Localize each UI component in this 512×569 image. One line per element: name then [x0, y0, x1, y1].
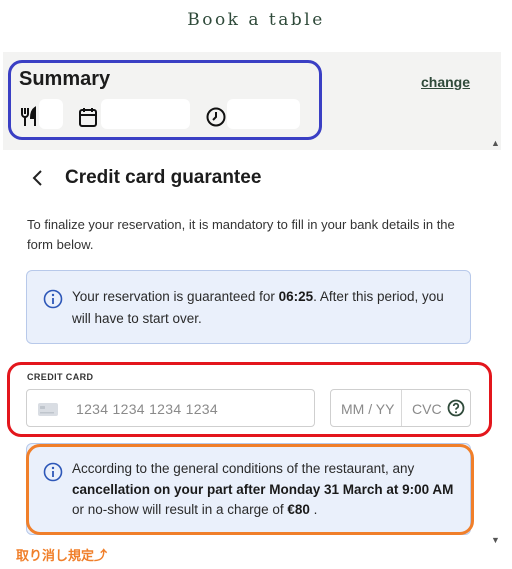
change-link[interactable]: change	[421, 74, 470, 90]
timer-notice-text: Your reservation is guaranteed for 06:25…	[72, 289, 444, 326]
intro-text: To finalize your reservation, it is mand…	[27, 217, 455, 252]
timer-value: 06:25	[278, 289, 314, 304]
page-title: Book a table	[187, 10, 325, 30]
section-title: Credit card guarantee	[65, 167, 262, 188]
chevron-left-icon[interactable]	[28, 166, 48, 190]
scroll-up-arrow[interactable]: ▲	[491, 138, 500, 148]
booking-panel: Summary change Credit card guarantee To …	[3, 52, 501, 552]
timer-notice: Your reservation is guaranteed for 06:25…	[26, 270, 471, 344]
guests-value	[39, 99, 63, 129]
cvc-placeholder: CVC	[412, 401, 442, 417]
calendar-icon	[79, 108, 97, 127]
info-icon	[43, 462, 63, 482]
cancellation-notice: According to the general conditions of t…	[26, 443, 471, 535]
expiry-cvc-group: MM / YY CVC	[330, 389, 471, 427]
cancellation-text: According to the general conditions of t…	[72, 461, 454, 517]
summary-title: Summary	[19, 68, 111, 90]
time-value	[227, 99, 300, 129]
clock-icon	[206, 107, 226, 127]
section-header: Credit card guarantee	[28, 166, 261, 190]
summary-bar: Summary change	[3, 52, 501, 150]
info-icon	[43, 289, 63, 309]
date-value	[101, 99, 190, 129]
card-number-placeholder: 1234 1234 1234 1234	[76, 401, 218, 417]
fork-knife-icon	[21, 106, 36, 126]
scrollbar[interactable]	[487, 150, 501, 552]
credit-card-label: CREDIT CARD	[27, 372, 94, 382]
card-number-input[interactable]: 1234 1234 1234 1234	[26, 389, 315, 427]
charge-amount: €80	[287, 502, 310, 517]
scroll-down-arrow[interactable]: ▼	[491, 535, 500, 545]
cvc-input[interactable]: CVC	[402, 390, 470, 426]
expiry-input[interactable]: MM / YY	[331, 390, 402, 426]
annotation-note: 取り消し規定⤴	[16, 548, 108, 563]
expiry-placeholder: MM / YY	[341, 401, 395, 417]
credit-card-icon	[38, 403, 58, 416]
question-icon[interactable]	[447, 399, 465, 417]
